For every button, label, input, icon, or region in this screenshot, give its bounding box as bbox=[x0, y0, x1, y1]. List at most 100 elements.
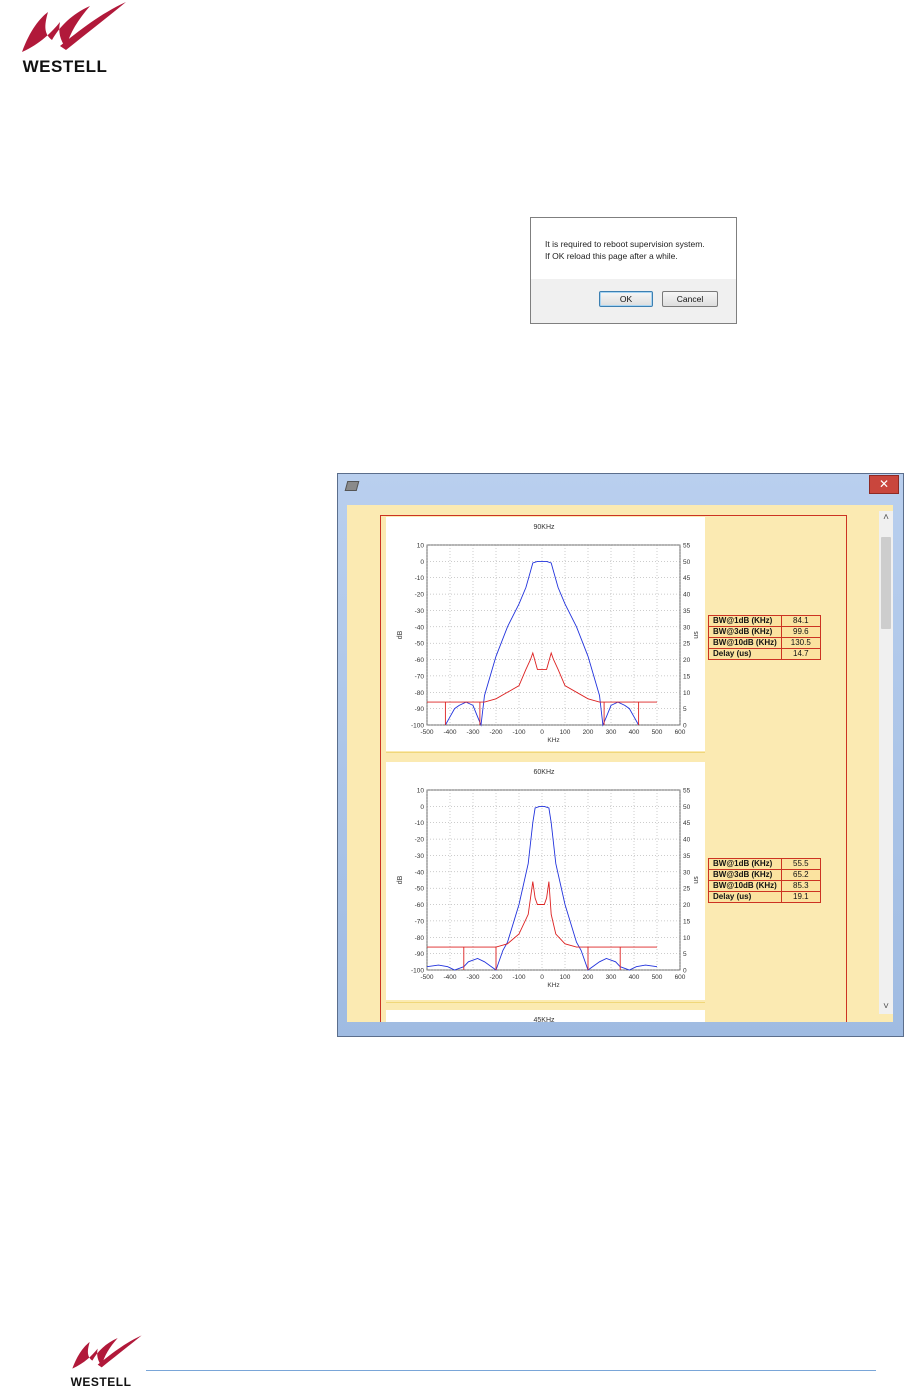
y2-tick-label: 25 bbox=[683, 641, 691, 648]
footer-rule bbox=[146, 1370, 876, 1371]
dialog-message-line: It is required to reboot supervision sys… bbox=[545, 239, 705, 249]
x-tick-label: 300 bbox=[606, 729, 617, 736]
table-row: BW@1dB (KHz) 55.5 bbox=[708, 858, 821, 870]
scroll-thumb[interactable] bbox=[881, 537, 891, 629]
table-cell-value: 85.3 bbox=[780, 880, 821, 892]
x-tick-label: 200 bbox=[583, 974, 594, 981]
table-cell-label: BW@1dB (KHz) bbox=[708, 615, 782, 627]
chart-title: 60KHz bbox=[533, 769, 555, 776]
table-cell-label: Delay (us) bbox=[708, 648, 782, 660]
plot-area bbox=[426, 789, 681, 971]
y-tick-label: -40 bbox=[415, 624, 425, 631]
y2-tick-label: 20 bbox=[683, 657, 691, 664]
x-tick-label: 100 bbox=[560, 974, 571, 981]
y-tick-label: -20 bbox=[415, 837, 425, 844]
westell-footer-logo: WESTELL bbox=[56, 1334, 146, 1390]
y-tick-label: -80 bbox=[415, 690, 425, 697]
panel-divider bbox=[386, 752, 705, 753]
y-axis-label: dB bbox=[397, 875, 404, 884]
scroll-down-arrow-icon[interactable]: ˅ bbox=[879, 1000, 893, 1014]
x-tick-label: 0 bbox=[540, 729, 544, 736]
y2-tick-label: 10 bbox=[683, 690, 691, 697]
dialog-message: It is required to reboot supervision sys… bbox=[545, 238, 705, 262]
chart-45khz: 45KHz bbox=[533, 1017, 555, 1022]
scroll-up-arrow-icon[interactable]: ˄ bbox=[879, 511, 893, 525]
panel-divider bbox=[386, 1002, 705, 1003]
y2-tick-label: 45 bbox=[683, 820, 691, 827]
x-tick-label: 600 bbox=[675, 974, 686, 981]
x-tick-label: 0 bbox=[540, 974, 544, 981]
x-tick-label: 500 bbox=[652, 729, 663, 736]
ok-button[interactable]: OK bbox=[599, 291, 653, 307]
x-tick-label: 100 bbox=[560, 729, 571, 736]
y2-tick-label: 50 bbox=[683, 804, 691, 811]
bandwidth-table-60khz: BW@1dB (KHz) 55.5 BW@3dB (KHz) 65.2 BW@10d… bbox=[708, 858, 821, 903]
window-titlebar[interactable]: ✕ bbox=[338, 474, 903, 496]
y2-tick-label: 30 bbox=[683, 624, 691, 631]
y-tick-label: -10 bbox=[415, 575, 425, 582]
x-tick-label: 600 bbox=[675, 729, 686, 736]
y2-tick-label: 40 bbox=[683, 837, 691, 844]
brand-name: WESTELL bbox=[22, 57, 108, 76]
y-tick-label: -30 bbox=[415, 853, 425, 860]
y2-tick-label: 5 bbox=[683, 706, 687, 713]
cancel-button[interactable]: Cancel bbox=[662, 291, 718, 307]
y-tick-label: 0 bbox=[420, 559, 424, 566]
y-tick-label: -100 bbox=[411, 723, 424, 730]
westell-swoosh-icon bbox=[72, 1335, 142, 1369]
x-tick-label: -500 bbox=[420, 729, 433, 736]
table-cell-value: 84.1 bbox=[780, 615, 821, 627]
y2-tick-label: 50 bbox=[683, 559, 691, 566]
y2-tick-label: 55 bbox=[683, 788, 691, 795]
y-tick-label: 10 bbox=[417, 543, 425, 550]
table-row: BW@3dB (KHz) 65.2 bbox=[708, 869, 821, 881]
y-tick-label: -100 bbox=[411, 968, 424, 975]
y-tick-label: -20 bbox=[415, 592, 425, 599]
vertical-scrollbar[interactable]: ˄ ˅ bbox=[879, 511, 893, 1014]
y-tick-label: -60 bbox=[415, 902, 425, 909]
chart-title: 45KHz bbox=[533, 1017, 555, 1022]
x-tick-label: 400 bbox=[629, 729, 640, 736]
table-row: BW@10dB (KHz) 85.3 bbox=[708, 880, 821, 892]
chart-panel-45khz: 45KHz bbox=[386, 1010, 705, 1022]
table-row: Delay (us) 14.7 bbox=[708, 648, 821, 660]
y2-tick-label: 0 bbox=[683, 723, 687, 730]
y-tick-label: -40 bbox=[415, 869, 425, 876]
chart-panel-90khz: 90KHz -500 -400 -300 -200 -100 0 100 200 300 400 50… bbox=[386, 517, 705, 751]
x-tick-label: 400 bbox=[629, 974, 640, 981]
table-cell-value: 99.6 bbox=[780, 626, 821, 638]
y2-tick-label: 40 bbox=[683, 592, 691, 599]
x-tick-label: -200 bbox=[489, 974, 502, 981]
bandwidth-table-90khz: BW@1dB (KHz) 84.1 BW@3dB (KHz) 99.6 BW@10d… bbox=[708, 615, 821, 660]
westell-logo: WESTELL bbox=[0, 0, 130, 80]
y2-axis-label: us bbox=[693, 876, 700, 884]
y2-tick-label: 25 bbox=[683, 886, 691, 893]
y-tick-label: -30 bbox=[415, 608, 425, 615]
westell-swoosh-icon bbox=[22, 2, 126, 52]
window-content: 90KHz -500 -400 -300 -200 -100 0 100 200 300 400 50… bbox=[347, 505, 893, 1022]
x-tick-label: -300 bbox=[466, 729, 479, 736]
x-tick-label: 500 bbox=[652, 974, 663, 981]
dialog-button-bar: OK Cancel bbox=[531, 279, 736, 323]
y2-tick-label: 35 bbox=[683, 608, 691, 615]
table-row: Delay (us) 19.1 bbox=[708, 891, 821, 903]
y2-tick-label: 10 bbox=[683, 935, 691, 942]
x-tick-label: -300 bbox=[466, 974, 479, 981]
x-tick-label: -100 bbox=[512, 974, 525, 981]
x-tick-label: -100 bbox=[512, 729, 525, 736]
x-tick-label: -500 bbox=[420, 974, 433, 981]
x-tick-label: -400 bbox=[443, 729, 456, 736]
table-cell-label: BW@3dB (KHz) bbox=[708, 869, 782, 881]
x-axis-label: KHz bbox=[547, 982, 559, 989]
table-row: BW@1dB (KHz) 84.1 bbox=[708, 615, 821, 627]
filter-response-window: ✕ 90KHz -500 -400 -300 -200 -100 0 100 200 300 400… bbox=[337, 473, 904, 1037]
close-button[interactable]: ✕ bbox=[869, 475, 899, 494]
y-tick-label: 0 bbox=[420, 804, 424, 811]
table-row: BW@10dB (KHz) 130.5 bbox=[708, 637, 821, 649]
y-axis-label: dB bbox=[397, 630, 404, 639]
y2-tick-label: 55 bbox=[683, 543, 691, 550]
chart-panel-60khz: 60KHz -500 -40 0 -300 -200 -100 0 100 200 300 400 50… bbox=[386, 762, 705, 1000]
table-cell-label: BW@1dB (KHz) bbox=[708, 858, 782, 870]
y-tick-label: -60 bbox=[415, 657, 425, 664]
x-tick-label: 300 bbox=[606, 974, 617, 981]
